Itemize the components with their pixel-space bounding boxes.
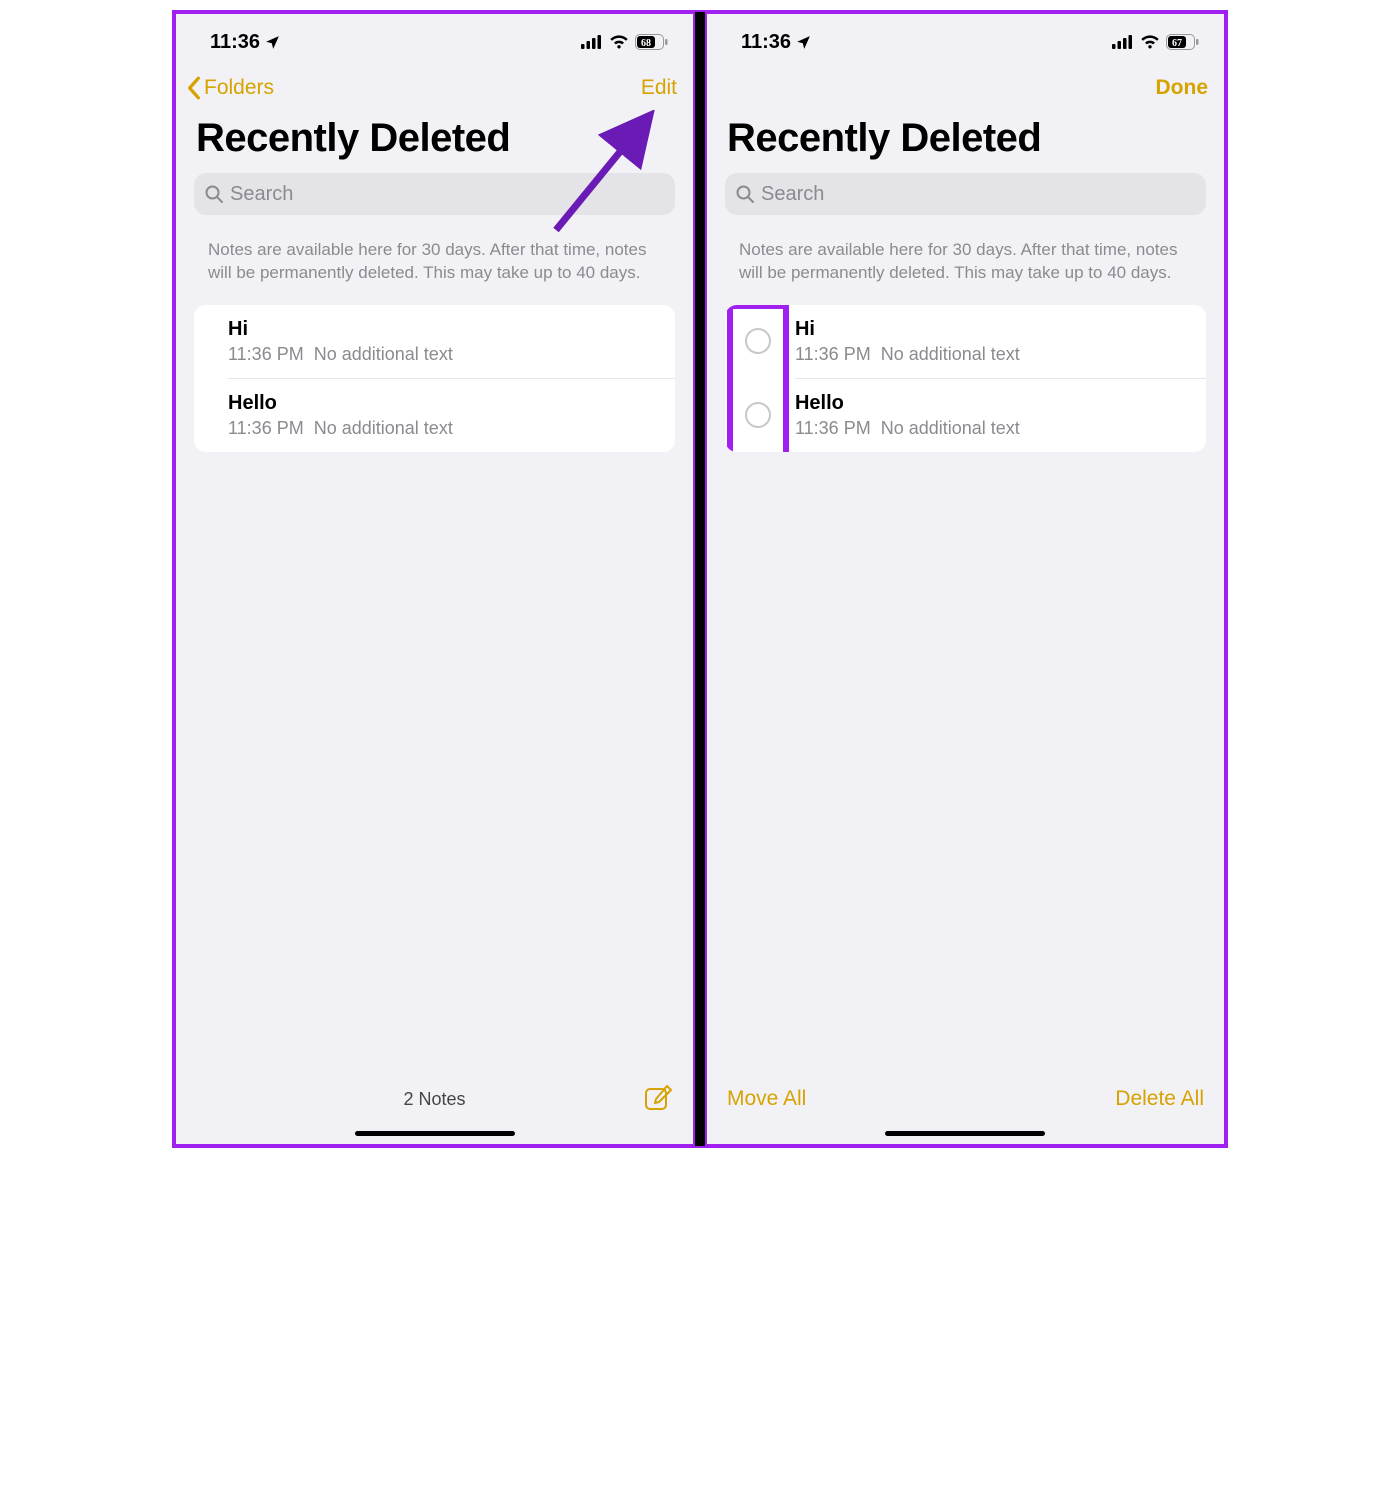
status-icons: 68: [581, 34, 669, 50]
info-text: Notes are available here for 30 days. Af…: [176, 225, 693, 299]
move-all-button[interactable]: Move All: [727, 1087, 806, 1111]
svg-text:68: 68: [641, 38, 651, 49]
note-row[interactable]: Hi 11:36 PM No additional text: [725, 305, 1206, 378]
status-bar: 11:36 68: [176, 14, 693, 62]
wifi-icon: [609, 35, 629, 50]
note-title: Hi: [228, 318, 659, 341]
nav-bar: Folders Edit: [176, 62, 693, 108]
svg-text:67: 67: [1172, 38, 1182, 49]
done-button[interactable]: Done: [1156, 76, 1209, 100]
status-bar: 11:36 67: [707, 14, 1224, 62]
delete-all-button[interactable]: Delete All: [1115, 1087, 1204, 1111]
select-circle[interactable]: [745, 328, 771, 354]
edit-button[interactable]: Edit: [641, 76, 677, 100]
info-text: Notes are available here for 30 days. Af…: [707, 225, 1224, 299]
compose-icon[interactable]: [643, 1084, 673, 1114]
phone-left: 11:36 68 Folders Edit Recently Deleted S…: [174, 12, 695, 1146]
note-subtitle: 11:36 PM No additional text: [228, 418, 659, 439]
note-title: Hello: [228, 392, 659, 415]
search-input[interactable]: Search: [194, 173, 675, 215]
search-placeholder: Search: [230, 183, 293, 206]
note-row[interactable]: Hi 11:36 PM No additional text: [194, 305, 675, 378]
notes-list: Hi 11:36 PM No additional text Hello 11:…: [725, 305, 1206, 452]
note-subtitle: 11:36 PM No additional text: [228, 344, 659, 365]
status-time: 11:36: [741, 31, 812, 54]
phone-right: 11:36 67 Done Recently Deleted Search No…: [705, 12, 1226, 1146]
status-icons: 67: [1112, 34, 1200, 50]
battery-icon: 67: [1166, 34, 1200, 50]
nav-bar: Done: [707, 62, 1224, 108]
home-indicator[interactable]: [885, 1131, 1045, 1136]
search-icon: [204, 184, 224, 204]
note-subtitle: 11:36 PM No additional text: [795, 344, 1206, 365]
back-label: Folders: [204, 76, 274, 100]
location-icon: [264, 34, 281, 51]
note-title: Hi: [795, 318, 1206, 341]
search-input[interactable]: Search: [725, 173, 1206, 215]
note-row[interactable]: Hello 11:36 PM No additional text: [725, 379, 1206, 452]
status-time: 11:36: [210, 31, 281, 54]
notes-count: 2 Notes: [226, 1089, 643, 1110]
cellular-icon: [581, 35, 603, 49]
search-icon: [735, 184, 755, 204]
select-circle[interactable]: [745, 402, 771, 428]
note-title: Hello: [795, 392, 1206, 415]
battery-icon: 68: [635, 34, 669, 50]
phone-divider: [695, 12, 705, 1146]
search-placeholder: Search: [761, 183, 824, 206]
location-icon: [795, 34, 812, 51]
home-indicator[interactable]: [355, 1131, 515, 1136]
back-button[interactable]: Folders: [186, 76, 274, 100]
note-subtitle: 11:36 PM No additional text: [795, 418, 1206, 439]
page-title: Recently Deleted: [176, 108, 693, 173]
chevron-left-icon: [186, 76, 202, 100]
page-title: Recently Deleted: [707, 108, 1224, 173]
note-row[interactable]: Hello 11:36 PM No additional text: [194, 379, 675, 452]
cellular-icon: [1112, 35, 1134, 49]
notes-list: Hi 11:36 PM No additional text Hello 11:…: [194, 305, 675, 452]
wifi-icon: [1140, 35, 1160, 50]
